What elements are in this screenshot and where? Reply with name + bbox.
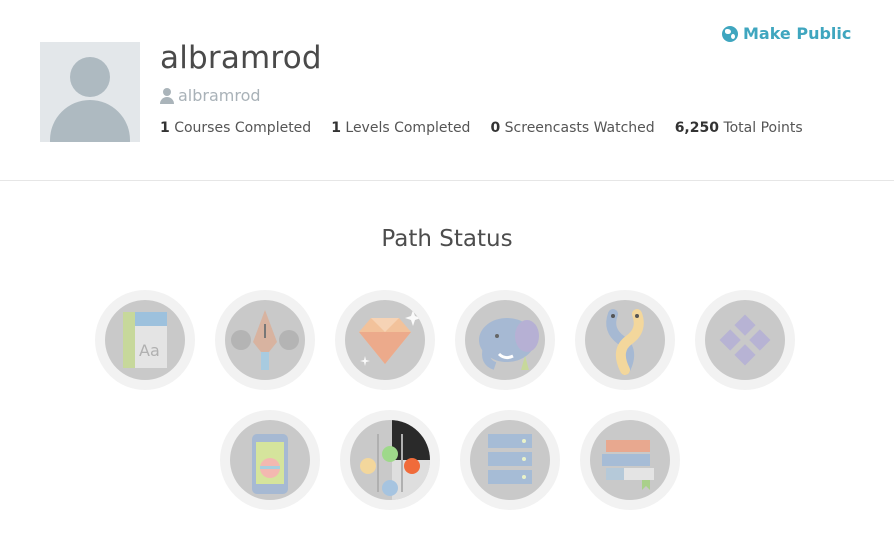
diamond-grid-path-icon	[719, 314, 771, 366]
badge-html-css[interactable]: Aa	[95, 290, 195, 390]
make-public-label: Make Public	[743, 24, 852, 43]
stat-total-points: 6,250 Total Points	[674, 120, 803, 136]
display-name: albramrod	[160, 40, 322, 76]
badge-books[interactable]	[580, 410, 680, 510]
badge-python[interactable]	[575, 290, 675, 390]
make-public-button[interactable]: Make Public	[722, 24, 851, 43]
badge-php[interactable]	[455, 290, 555, 390]
stat-courses-completed: 1 Courses Completed	[160, 120, 312, 136]
python-snakes-path-icon	[606, 309, 644, 375]
avatar	[40, 42, 140, 142]
server-database-path-icon	[488, 434, 532, 484]
stat-levels-completed: 1 Levels Completed	[331, 120, 471, 136]
badge-design[interactable]	[215, 290, 315, 390]
badge-diamond-grid[interactable]	[695, 290, 795, 390]
badge-ruby[interactable]	[335, 290, 435, 390]
badge-mobile[interactable]	[220, 410, 320, 510]
html-css-path-icon: Aa	[123, 312, 167, 368]
stat-screencasts-watched: 0 Screencasts Watched	[490, 120, 655, 136]
ruby-gem-path-icon	[359, 310, 421, 366]
profile-header: albramrod albramrod 1 Courses Completed …	[0, 0, 894, 181]
username-row: albramrod	[160, 86, 261, 105]
path-status-title: Path Status	[381, 226, 513, 252]
globe-icon	[722, 25, 738, 42]
profile-stats: 1 Courses Completed 1 Levels Completed 0…	[160, 120, 803, 136]
user-icon	[160, 87, 174, 104]
php-elephant-path-icon	[479, 318, 539, 370]
username: albramrod	[178, 86, 261, 105]
svg-text:Aa: Aa	[139, 341, 160, 360]
mobile-app-path-icon	[252, 434, 288, 494]
badge-javascript[interactable]	[340, 410, 440, 510]
design-pen-path-icon	[231, 310, 299, 370]
javascript-ui-path-icon	[360, 420, 430, 500]
badge-server[interactable]	[460, 410, 560, 510]
books-path-icon	[602, 440, 654, 490]
